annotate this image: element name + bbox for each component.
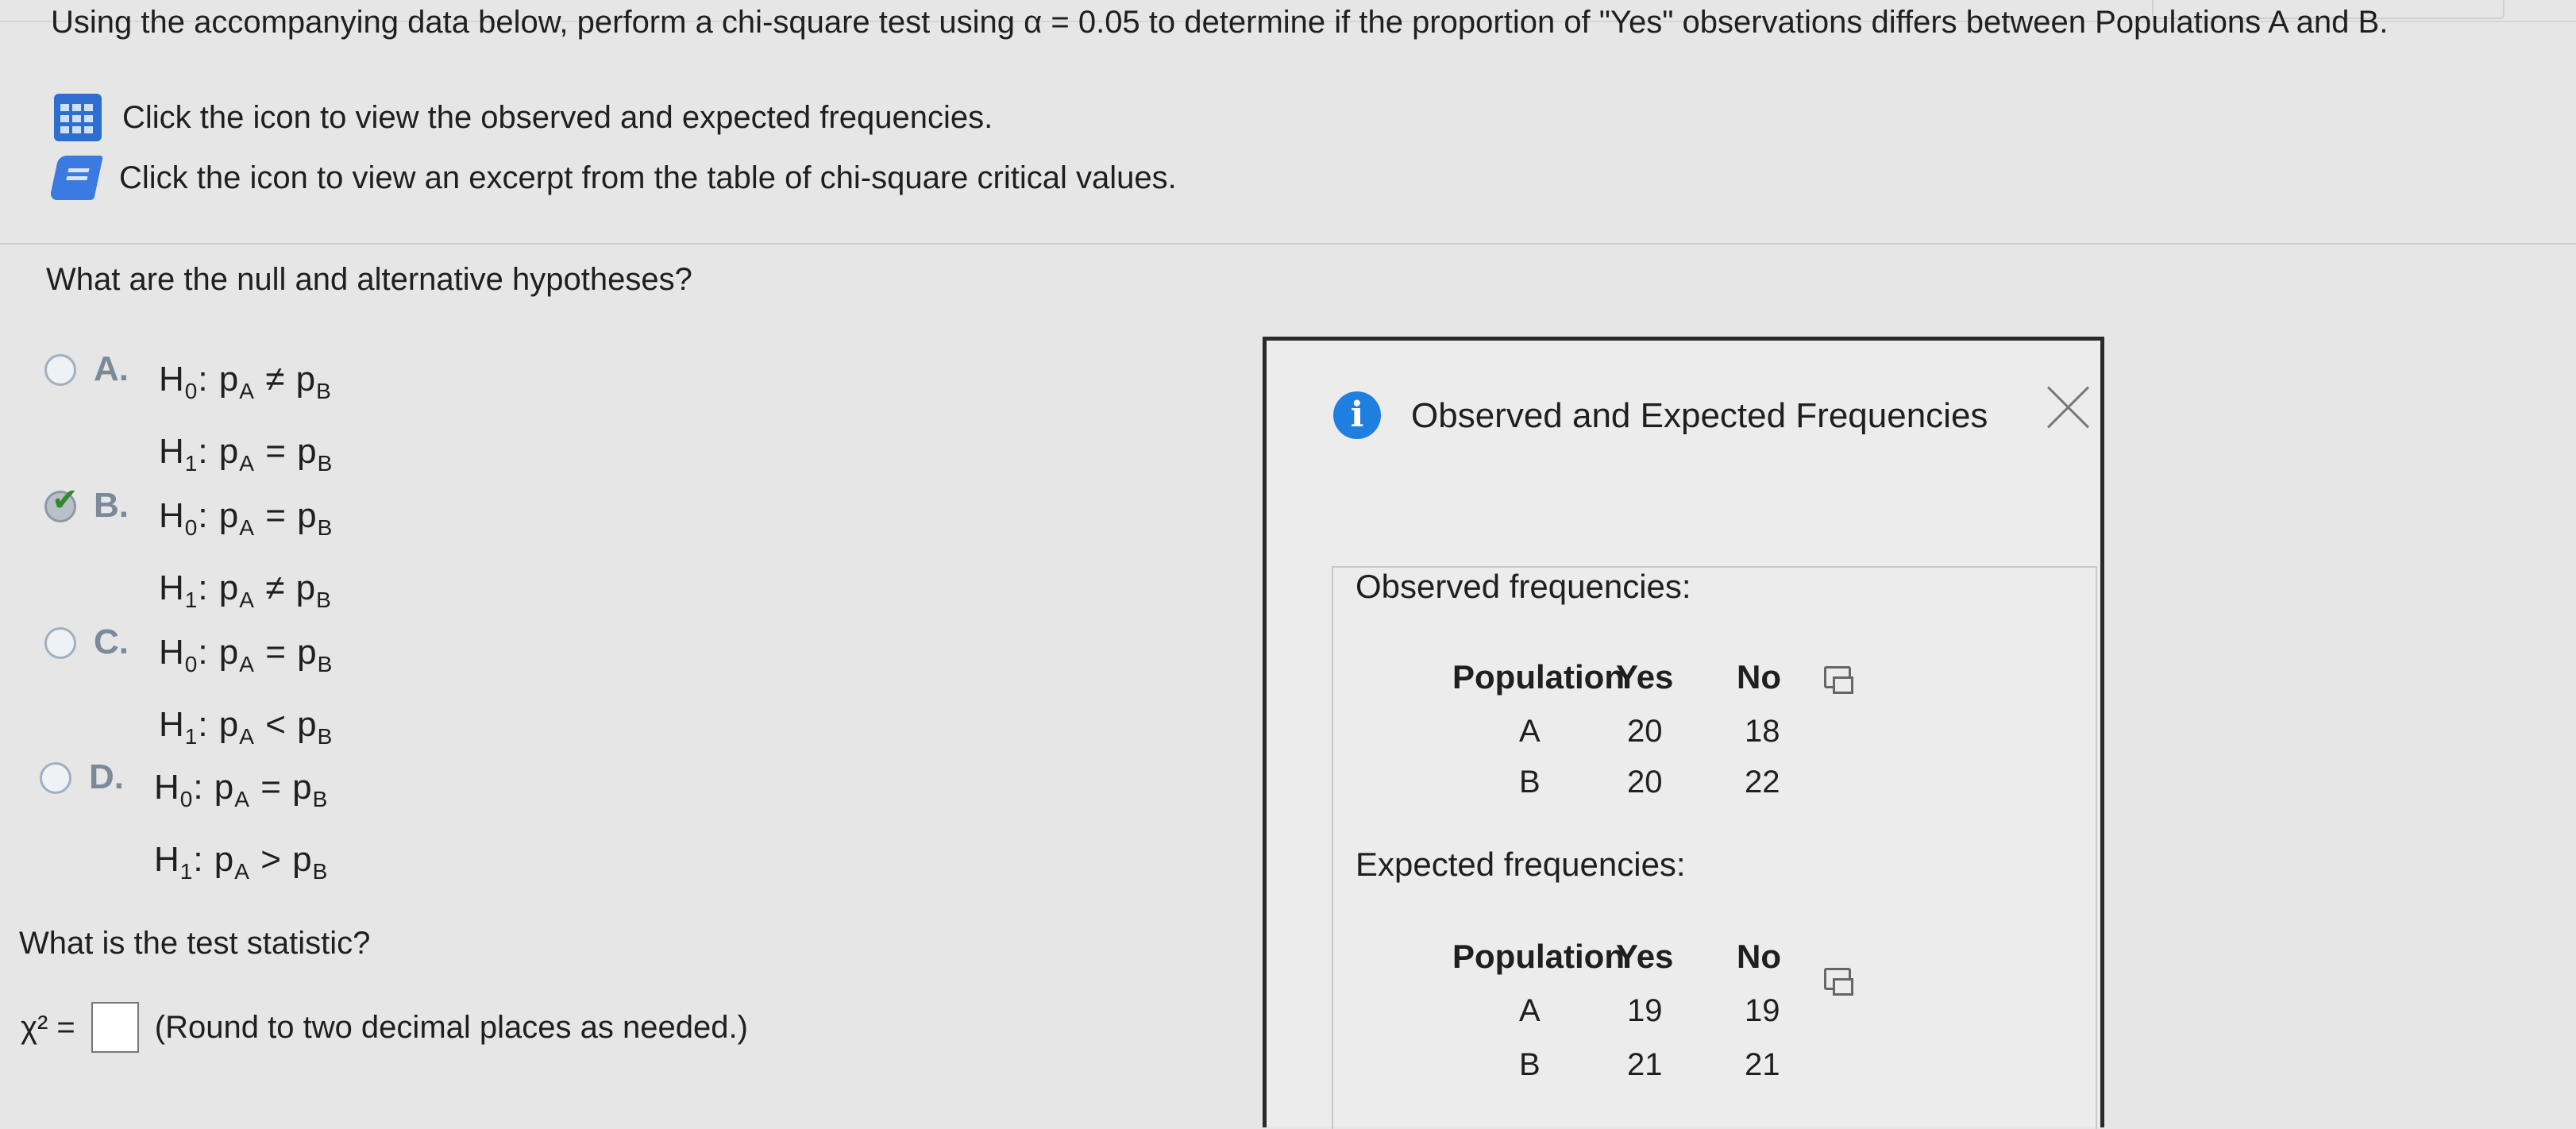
choice-letter-c: C. <box>94 622 129 661</box>
copy-icon[interactable] <box>1824 666 1853 694</box>
frequencies-link-text: Click the icon to view the observed and … <box>122 99 993 135</box>
radio-c[interactable] <box>44 627 76 659</box>
radio-b[interactable]: ✔ <box>44 483 79 522</box>
expected-label: Expected frequencies: <box>1355 846 1686 883</box>
observed-row-b-no: 22 <box>1745 765 1780 800</box>
choice-letter-b: B. <box>94 486 129 525</box>
expected-header-yes: Yes <box>1616 938 1674 975</box>
question-prompt: Using the accompanying data below, perfo… <box>51 5 2389 40</box>
observed-row-b-yes: 20 <box>1627 765 1663 800</box>
choice-d[interactable]: D. H0: pA = pB H1: pA > pB <box>40 757 328 902</box>
dialog-title: Observed and Expected Frequencies <box>1411 396 1988 435</box>
hypotheses-d: H0: pA = pB H1: pA > pB <box>154 768 329 884</box>
chi-square-symbol: χ² = <box>21 1009 75 1045</box>
test-statistic-input[interactable] <box>91 1002 139 1053</box>
observed-row-a-population: A <box>1519 714 1541 749</box>
hypotheses-question: What are the null and alternative hypoth… <box>46 262 692 297</box>
radio-d[interactable] <box>40 762 71 794</box>
frequencies-link[interactable]: Click the icon to view the observed and … <box>54 94 993 141</box>
expected-row-a-population: A <box>1519 993 1541 1028</box>
expected-header-population: Population <box>1452 938 1625 975</box>
observed-row-b-population: B <box>1519 765 1541 800</box>
copy-icon[interactable] <box>1824 968 1853 996</box>
observed-header-yes: Yes <box>1616 658 1674 696</box>
hypotheses-b: H0: pA = pB H1: pA ≠ pB <box>159 496 334 612</box>
book-icon[interactable] <box>49 156 103 200</box>
choice-letter-a: A. <box>94 349 129 388</box>
critical-values-link-text: Click the icon to view an excerpt from t… <box>119 160 1177 195</box>
choice-b[interactable]: ✔ B. H0: pA = pB H1: pA ≠ pB <box>44 483 334 630</box>
observed-row-a-yes: 20 <box>1627 714 1663 749</box>
choice-letter-d: D. <box>89 757 124 796</box>
critical-values-link[interactable]: Click the icon to view an excerpt from t… <box>49 156 1177 200</box>
observed-header-no: No <box>1737 658 1781 696</box>
observed-label: Observed frequencies: <box>1355 568 1691 605</box>
expected-row-b-no: 21 <box>1745 1047 1780 1082</box>
checkmark-icon: ✔ <box>52 483 79 518</box>
test-statistic-question: What is the test statistic? <box>19 926 371 961</box>
expected-row-b-population: B <box>1519 1047 1541 1082</box>
expected-row-a-no: 19 <box>1745 993 1780 1028</box>
hypotheses-a: H0: pA ≠ pB H1: pA = pB <box>159 360 334 476</box>
frequencies-dialog: i Observed and Expected Frequencies Obse… <box>1263 337 2104 1129</box>
section-divider <box>0 243 2576 245</box>
data-table-icon[interactable] <box>54 94 102 141</box>
info-icon: i <box>1333 391 1381 439</box>
rounding-hint: (Round to two decimal places as needed.) <box>154 1009 748 1045</box>
hypotheses-c: H0: pA = pB H1: pA < pB <box>159 633 334 749</box>
expected-header-no: No <box>1737 938 1781 975</box>
choice-a[interactable]: A. H0: pA ≠ pB H1: pA = pB <box>44 349 333 494</box>
radio-a[interactable] <box>44 354 76 386</box>
test-statistic-row: χ² = (Round to two decimal places as nee… <box>21 1002 748 1053</box>
expected-row-b-yes: 21 <box>1627 1047 1663 1082</box>
expected-row-a-yes: 19 <box>1627 993 1663 1028</box>
frequencies-panel: Observed frequencies: Population Yes No … <box>1332 566 2097 1129</box>
observed-header-population: Population <box>1452 658 1625 696</box>
observed-row-a-no: 18 <box>1745 714 1780 749</box>
choice-c[interactable]: C. H0: pA = pB H1: pA < pB <box>44 622 333 767</box>
close-icon[interactable] <box>2045 383 2092 431</box>
